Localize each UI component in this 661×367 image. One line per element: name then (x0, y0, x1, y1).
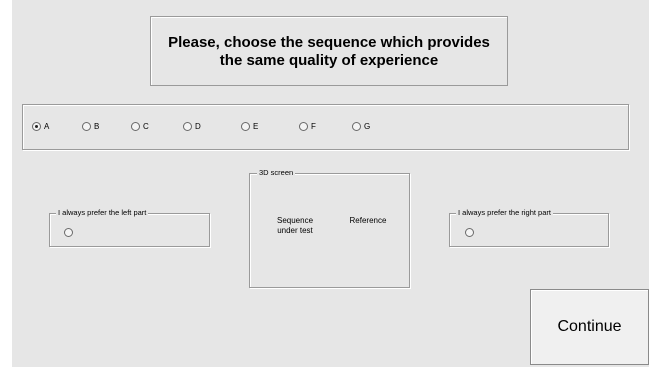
option-d[interactable]: D (183, 122, 201, 131)
sequence-options-bar: A B C D E F G (22, 104, 629, 150)
radio-c[interactable] (131, 122, 140, 131)
radio-a[interactable] (32, 122, 41, 131)
radio-g[interactable] (352, 122, 361, 131)
right-preference-legend: I always prefer the right part (456, 208, 553, 217)
option-d-label: D (195, 122, 201, 131)
continue-button[interactable]: Continue (530, 289, 649, 365)
instruction-box: Please, choose the sequence which provid… (150, 16, 508, 86)
option-e[interactable]: E (241, 122, 258, 131)
right-preference-group: I always prefer the right part (449, 208, 609, 247)
sequence-under-test-label: Sequence under test (276, 216, 314, 235)
option-a[interactable]: A (32, 122, 49, 131)
option-c[interactable]: C (131, 122, 149, 131)
option-c-label: C (143, 122, 149, 131)
option-f[interactable]: F (299, 122, 316, 131)
instruction-title: Please, choose the sequence which provid… (168, 34, 490, 69)
left-preference-legend: I always prefer the left part (56, 208, 149, 217)
right-preference-radio[interactable] (465, 228, 474, 237)
left-preference-radio[interactable] (64, 228, 73, 237)
option-g[interactable]: G (352, 122, 370, 131)
radio-d[interactable] (183, 122, 192, 131)
radio-e[interactable] (241, 122, 250, 131)
screen-group: 3D screen Sequence under test Reference (249, 168, 410, 288)
option-e-label: E (253, 122, 259, 131)
option-b-label: B (94, 122, 100, 131)
radio-f[interactable] (299, 122, 308, 131)
option-a-label: A (44, 122, 50, 131)
option-b[interactable]: B (82, 122, 99, 131)
screen-legend: 3D screen (257, 168, 296, 177)
option-g-label: G (364, 122, 371, 131)
radio-b[interactable] (82, 122, 91, 131)
option-f-label: F (311, 122, 316, 131)
left-preference-group: I always prefer the left part (49, 208, 210, 247)
reference-label: Reference (349, 216, 387, 225)
